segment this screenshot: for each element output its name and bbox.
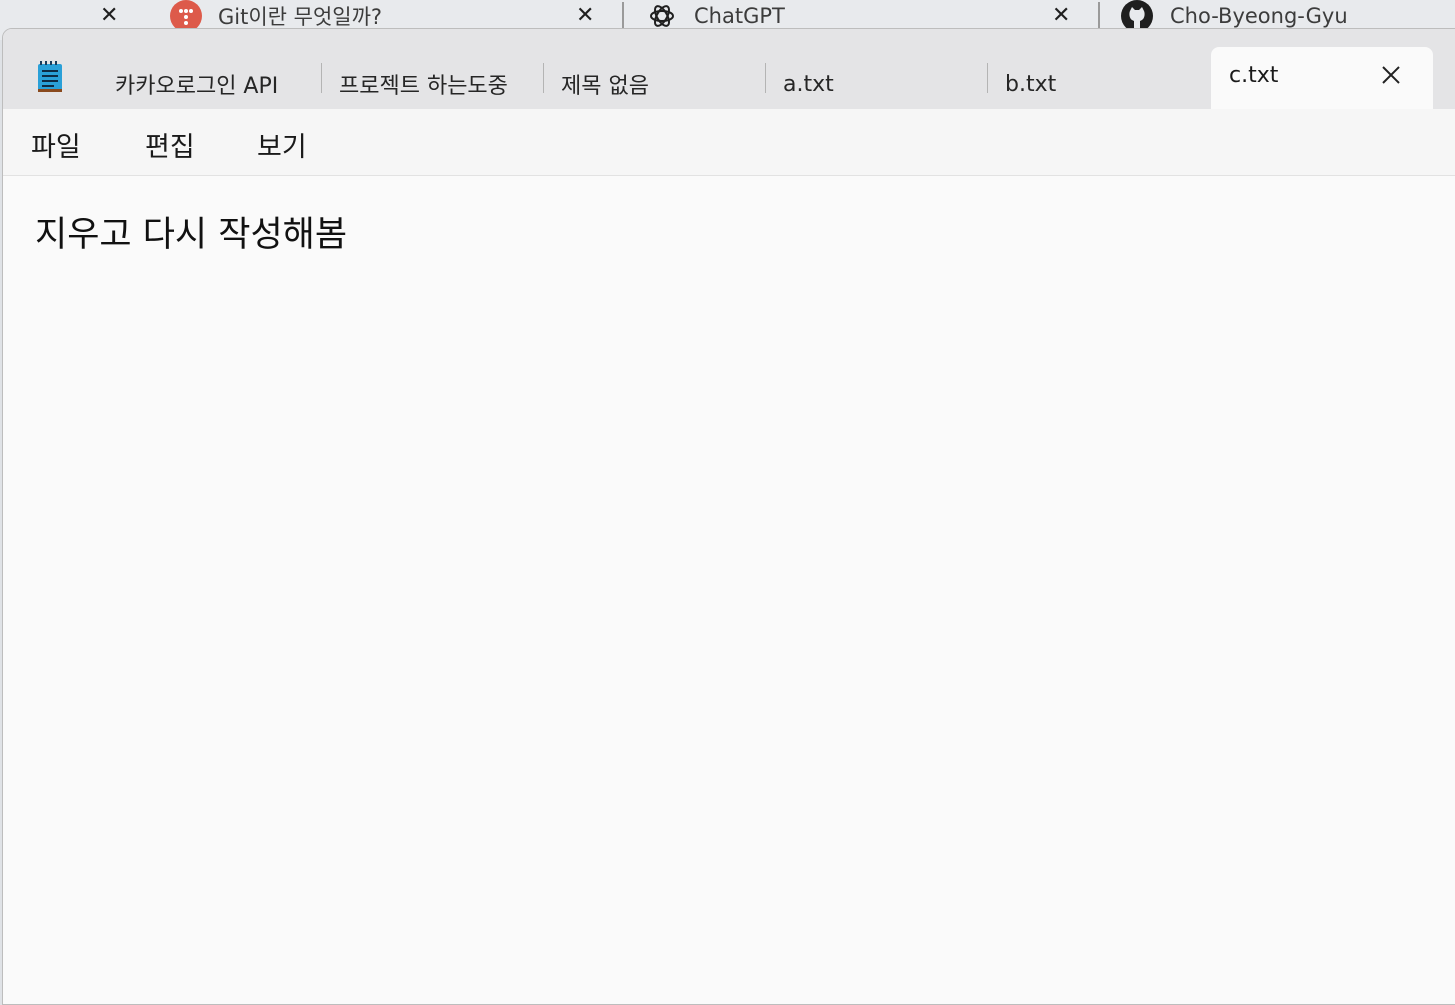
browser-tab-title: Git이란 무엇일까?: [218, 5, 383, 29]
tab-separator: [622, 2, 624, 28]
browser-tab-title: ChatGPT: [694, 4, 785, 28]
tab-label: b.txt: [1005, 71, 1057, 97]
notepad-tab-b-txt[interactable]: b.txt: [1005, 61, 1205, 107]
close-icon: ✕: [100, 3, 119, 28]
tab-label: 프로젝트 하는도중: [339, 74, 508, 99]
notepad-tab-kakao-login[interactable]: 카카오로그인 API: [115, 61, 319, 107]
notepad-tab-c-txt-active[interactable]: c.txt: [1211, 47, 1433, 109]
close-icon[interactable]: ✕: [1052, 4, 1070, 28]
chatgpt-logo-icon: [650, 5, 674, 27]
notepad-tab-untitled[interactable]: 제목 없음: [561, 61, 761, 107]
tab-separator: [543, 63, 544, 93]
tab-label: c.txt: [1229, 63, 1279, 88]
menu-view[interactable]: 보기: [253, 123, 311, 166]
menu-bar: 파일 편집 보기: [3, 109, 1455, 176]
close-icon[interactable]: [1379, 63, 1403, 87]
tab-label: 카카오로그인 API: [115, 74, 279, 99]
menu-edit[interactable]: 편집: [141, 123, 199, 166]
tab-label: 제목 없음: [561, 74, 649, 99]
tab-separator: [321, 63, 322, 93]
tab-separator: [987, 63, 988, 93]
text-editor-area[interactable]: 지우고 다시 작성해봄: [3, 176, 1455, 1004]
tab-label: a.txt: [783, 71, 834, 97]
tab-separator: [765, 63, 766, 93]
tab-separator: [1098, 2, 1100, 28]
close-icon[interactable]: ✕: [576, 4, 594, 28]
notepad-tab-project[interactable]: 프로젝트 하는도중: [339, 61, 541, 107]
notepad-title-bar: 카카오로그인 API 프로젝트 하는도중 제목 없음 a.txt b.txt c…: [3, 29, 1455, 109]
document-content[interactable]: 지우고 다시 작성해봄: [35, 206, 347, 257]
notepad-tab-a-txt[interactable]: a.txt: [783, 61, 983, 107]
browser-tab-title: Cho-Byeong-Gyu: [1170, 4, 1348, 28]
notepad-window: 카카오로그인 API 프로젝트 하는도중 제목 없음 a.txt b.txt c…: [2, 28, 1455, 1005]
menu-file[interactable]: 파일: [27, 123, 85, 166]
notepad-app-icon: [38, 61, 62, 92]
